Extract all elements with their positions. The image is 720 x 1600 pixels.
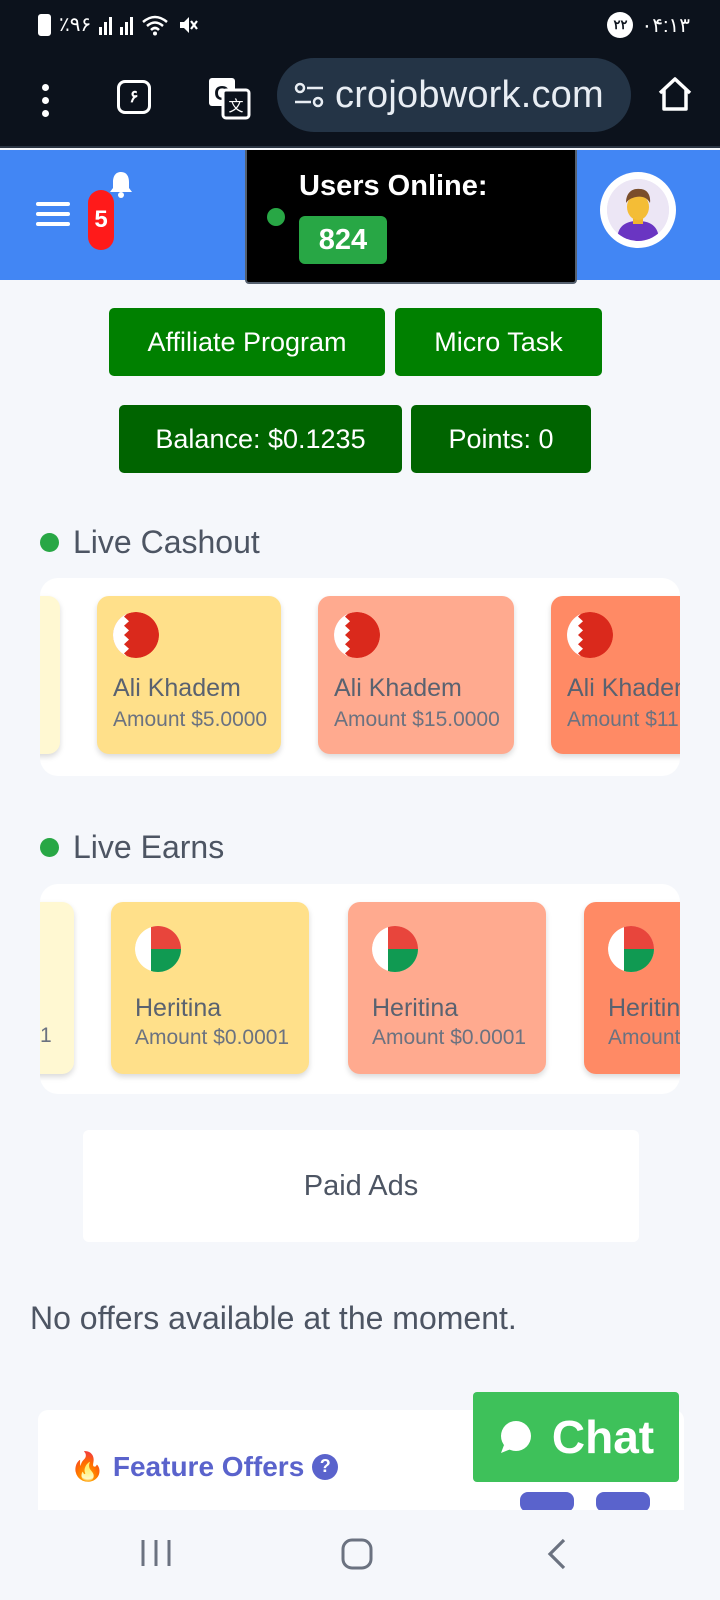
translate-icon[interactable]: G文 <box>207 76 251 120</box>
cashout-amount: Amount $15.0000 <box>334 708 500 731</box>
live-cashout-strip[interactable]: Ali Khadem Amount $5.0000 Ali Khadem Amo… <box>40 578 680 776</box>
bell-icon[interactable] <box>108 170 134 198</box>
earn-name: Heritina <box>372 994 459 1022</box>
cashout-card: Ali Khadem Amount $11 <box>551 596 680 754</box>
live-dot-icon <box>40 838 59 857</box>
notification-badge[interactable]: 5 <box>88 190 114 250</box>
site-settings-icon[interactable] <box>293 82 325 108</box>
madagascar-flag-icon <box>608 926 654 972</box>
notification-count: ۲۲ <box>607 12 634 38</box>
earn-amount: Amount <box>608 1026 680 1049</box>
battery-icon <box>38 13 51 36</box>
cashout-card: Ali Khadem Amount $15.0000 <box>318 596 514 754</box>
live-earns-title: Live Earns <box>40 829 224 866</box>
avatar[interactable] <box>600 172 676 248</box>
points-button[interactable]: Points: 0 <box>411 405 591 473</box>
earn-card: Heritina Amount $0.0001 <box>111 902 309 1074</box>
users-online-label: Users Online: <box>299 170 488 202</box>
svg-text:文: 文 <box>228 97 243 115</box>
status-left: ٪۹۶ <box>38 12 199 37</box>
earn-card: Heritina Amount $0.0001 <box>348 902 546 1074</box>
earn-name: Heritina <box>608 994 680 1022</box>
earn-amount: Amount $0.0001 <box>372 1026 527 1049</box>
back-icon[interactable] <box>546 1538 568 1570</box>
bahrain-flag-icon <box>567 612 613 658</box>
live-cashout-label: Live Cashout <box>73 524 260 560</box>
address-bar[interactable]: crojobwork.com <box>277 58 631 132</box>
signal-icon <box>99 15 113 35</box>
help-icon[interactable]: ? <box>312 1453 339 1480</box>
cashout-card: Ali Khadem Amount $5.0000 <box>97 596 281 754</box>
live-dot-icon <box>40 533 59 552</box>
wifi-icon <box>142 15 169 35</box>
users-online-count: 824 <box>299 216 387 264</box>
chat-label: Chat <box>551 1411 655 1463</box>
recent-apps-icon[interactable] <box>140 1538 172 1568</box>
battery-text: ٪۹۶ <box>59 14 92 36</box>
home-icon[interactable] <box>657 74 693 114</box>
cashout-amount: Amount $5.0000 <box>113 708 268 731</box>
online-indicator-dot <box>267 208 285 226</box>
user-avatar-icon <box>607 179 669 241</box>
tab-switcher-button[interactable]: ۶ <box>117 80 151 114</box>
live-cashout-title: Live Cashout <box>40 524 260 561</box>
earn-card: Heritina Amount <box>584 902 680 1074</box>
bahrain-flag-icon <box>113 612 159 658</box>
app-header: 5 Users Online: 824 <box>0 150 720 284</box>
system-nav-bar <box>0 1510 720 1600</box>
hamburger-menu-icon[interactable] <box>36 202 70 226</box>
home-nav-icon[interactable] <box>341 1538 373 1570</box>
earn-amount: Amount $0.0001 <box>135 1026 290 1049</box>
more-menu-icon[interactable] <box>30 78 60 122</box>
users-online-panel: Users Online: 824 <box>245 150 577 284</box>
bahrain-flag-icon <box>334 612 380 658</box>
earn-card-partial: 1 <box>40 902 74 1074</box>
earn-partial-amount: 1 <box>40 1024 52 1047</box>
fire-icon: 🔥 <box>70 1451 105 1482</box>
paid-ads-panel[interactable]: Paid Ads <box>83 1130 639 1242</box>
cashout-amount: Amount $11 <box>567 708 679 731</box>
feature-offers-label: Feature Offers <box>112 1450 305 1482</box>
chat-button[interactable]: Chat <box>473 1392 679 1482</box>
browser-bar: ۶ G文 crojobwork.com <box>0 52 720 148</box>
mute-icon <box>180 16 199 33</box>
status-bar: ٪۹۶ ۲۲ ۰۴:۱۳ <box>0 0 720 52</box>
earn-name: Heritina <box>135 994 222 1022</box>
cashout-name: Ali Khadem <box>567 674 680 702</box>
live-earns-strip[interactable]: 1 Heritina Amount $0.0001 Heritina Amoun… <box>40 884 680 1094</box>
balance-button[interactable]: Balance: $0.1235 <box>119 405 402 473</box>
url-text: crojobwork.com <box>335 74 604 116</box>
no-offers-message: No offers available at the moment. <box>30 1300 517 1336</box>
micro-task-button[interactable]: Micro Task <box>395 308 602 376</box>
feature-tab-left[interactable] <box>520 1492 574 1512</box>
madagascar-flag-icon <box>135 926 181 972</box>
feature-offers-title: 🔥 Feature Offers ? <box>70 1450 339 1483</box>
status-right: ۲۲ ۰۴:۱۳ <box>607 12 690 38</box>
feature-tab-right[interactable] <box>596 1492 650 1512</box>
clock: ۰۴:۱۳ <box>641 14 690 37</box>
cashout-card-partial <box>40 596 60 754</box>
signal-icon-2 <box>120 15 134 35</box>
madagascar-flag-icon <box>372 926 418 972</box>
chat-bubble-icon <box>500 1421 531 1453</box>
cashout-name: Ali Khadem <box>334 674 462 702</box>
affiliate-program-button[interactable]: Affiliate Program <box>109 308 385 376</box>
live-earns-label: Live Earns <box>73 829 225 865</box>
cashout-name: Ali Khadem <box>113 674 241 702</box>
